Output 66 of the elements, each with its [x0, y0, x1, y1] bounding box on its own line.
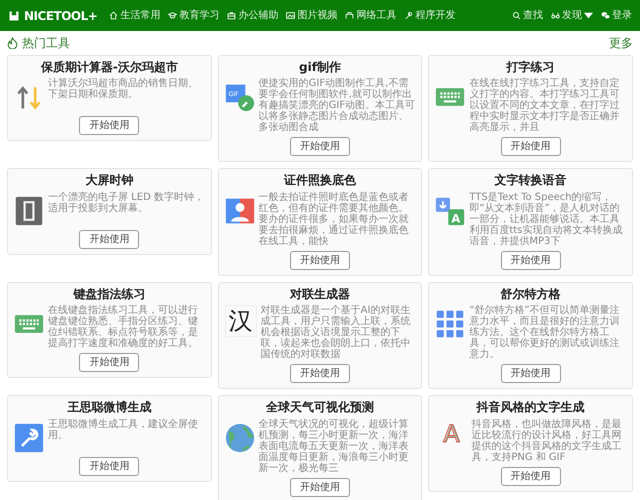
logo-text: NICETOOL+ — [24, 8, 98, 24]
grid-icon — [435, 309, 466, 340]
tool-description: 抖音风格，也叫做故障风格，是最近比较流行的设计风格，好工具网提供的这个抖音风格的文字生成工具，支持PNG 和 GIF — [471, 418, 622, 463]
start-button[interactable]: 开始使用 — [290, 137, 350, 156]
tool-description: 王思聪微博生成工具，建议全屏使用。 — [48, 418, 199, 441]
tool-title: 键盘指法练习 — [72, 286, 146, 302]
tool-title: 全球天气可视化预测 — [264, 400, 375, 415]
tool-description: 对联生成器是一个基于AI的对联生成工具，用户只需输入上联，系统机会根据语义语境显示工整的下联，读起来也会朗朗上口，依托中国传统的对联数据 — [260, 305, 412, 360]
nav-link[interactable]: 发现 — [551, 8, 593, 23]
home-icon — [109, 11, 118, 20]
start-button[interactable]: 开始使用 — [79, 230, 140, 249]
globe-icon — [224, 422, 255, 453]
start-button[interactable]: 开始使用 — [290, 250, 350, 270]
tool-description: 在线键盘指法练习工具，可以进行键盘键位熟悉、手指分区练习、键位纠错联系、标点符号联系等，是提高打字速度和准确度的好工具。 — [48, 305, 199, 350]
image-icon — [286, 11, 296, 20]
start-button[interactable]: 开始使用 — [79, 116, 140, 136]
more-link[interactable]: 更多 — [609, 34, 633, 52]
flame-icon — [7, 37, 18, 49]
character-icon: 汉 — [224, 305, 257, 338]
section-title: 热门工具 — [22, 35, 70, 52]
nav-link[interactable]: 办公辅助 — [227, 8, 278, 23]
tool-title: 舒尔特方格 — [500, 286, 562, 302]
chat-bubbles-icon — [601, 11, 610, 20]
tool-description: 便捷实用的GIF动图制作工具,不需要学会任何制图软件,就可以制作出有趣搞笑漂亮的GIF动图。本工具可以将多张静态图片合成动态图片、多张动图合成 — [258, 78, 416, 134]
tool-description: 一般去拍证件照时底色是蓝色或者红色，但有的证件需要其他颜色。要办的证件很多，如果每办一次就要去拍很麻烦，通过证件照换底色在线工具，能快 — [258, 192, 410, 247]
tool-title: 文字转换语音 — [494, 173, 568, 188]
nav-link[interactable]: 网络工具 — [345, 8, 396, 23]
tool-description: 计算沃尔玛超市商品的销售日期、下架日期和保质期。 — [48, 78, 199, 100]
tool-title: gif制作 — [298, 60, 342, 74]
tool-description: 在线在线打字练习工具，支持自定义打字的内容。本打字练习工具可以设置不同的文本文章，在打字过程中实时显示文本打字是否正确并高亮显示，并且 — [469, 78, 620, 134]
wrench-icon — [404, 11, 414, 20]
briefcase-icon — [227, 11, 236, 20]
caret-icon — [584, 11, 593, 20]
tool-title: 抖音风格的文字生成 — [475, 400, 586, 415]
graduation-cap-icon — [168, 11, 178, 20]
start-button[interactable]: 开始使用 — [290, 364, 350, 384]
search-icon — [512, 11, 521, 20]
tool-description: “舒尔特方格”不但可以简单测量注意力水平，而且是很好的注意力训练方法。这个在线舒尔特方格工具，可以帮你更好的测试或训练注意力。 — [469, 305, 621, 360]
start-button[interactable]: 开始使用 — [290, 478, 350, 497]
outlined-letter-icon: A — [435, 418, 468, 451]
tool-title: 打字练习 — [505, 60, 556, 74]
nav-link[interactable]: 程序开发 — [404, 8, 456, 23]
wrench-icon — [14, 422, 44, 453]
tool-title: 保质期计算器-沃尔玛超市 — [40, 60, 179, 74]
nav-link[interactable]: 查找 — [512, 8, 543, 23]
start-button[interactable]: 开始使用 — [79, 353, 140, 372]
start-button[interactable]: 开始使用 — [79, 456, 140, 476]
nav-link[interactable]: 登录 — [601, 8, 632, 23]
nav-link[interactable]: 生活常用 — [109, 8, 160, 23]
logo-icon — [8, 10, 20, 22]
tool-title: 证件照换底色 — [282, 173, 357, 188]
glasses-icon — [551, 11, 560, 20]
tool-description: 全球天气状况的可视化，超级计算机预测，每三小时更新一次，海洋表面电流每五天更新一次，海洋表面温度每日更新，海浪每三小时更新一次，极光每三 — [258, 418, 410, 474]
tool-title: 对联生成器 — [288, 286, 351, 302]
tool-description: 一个漂亮的电子屏 LED 数字时钟，适用于投影到大屏幕。 — [48, 192, 205, 214]
nav-link[interactable]: 图片视频 — [286, 8, 338, 23]
nav-link[interactable]: 教育学习 — [168, 8, 220, 23]
digit-display-icon — [14, 196, 44, 226]
start-button[interactable]: 开始使用 — [500, 364, 561, 384]
start-button[interactable]: 开始使用 — [500, 466, 561, 486]
tool-description: TTS是Text To Speech的缩写，即“从文本到语音”，是人机对话的一部分，让机器能够说话。本工具利用百度tts实现自动将文本转换成语音，并提供MP3下 — [469, 192, 624, 247]
start-button[interactable]: 开始使用 — [500, 137, 561, 156]
tool-title: 王思聪微博生成 — [66, 400, 152, 415]
start-button[interactable]: 开始使用 — [500, 250, 561, 270]
tool-title: 大屏时钟 — [84, 173, 134, 188]
person-card-icon — [224, 196, 255, 226]
